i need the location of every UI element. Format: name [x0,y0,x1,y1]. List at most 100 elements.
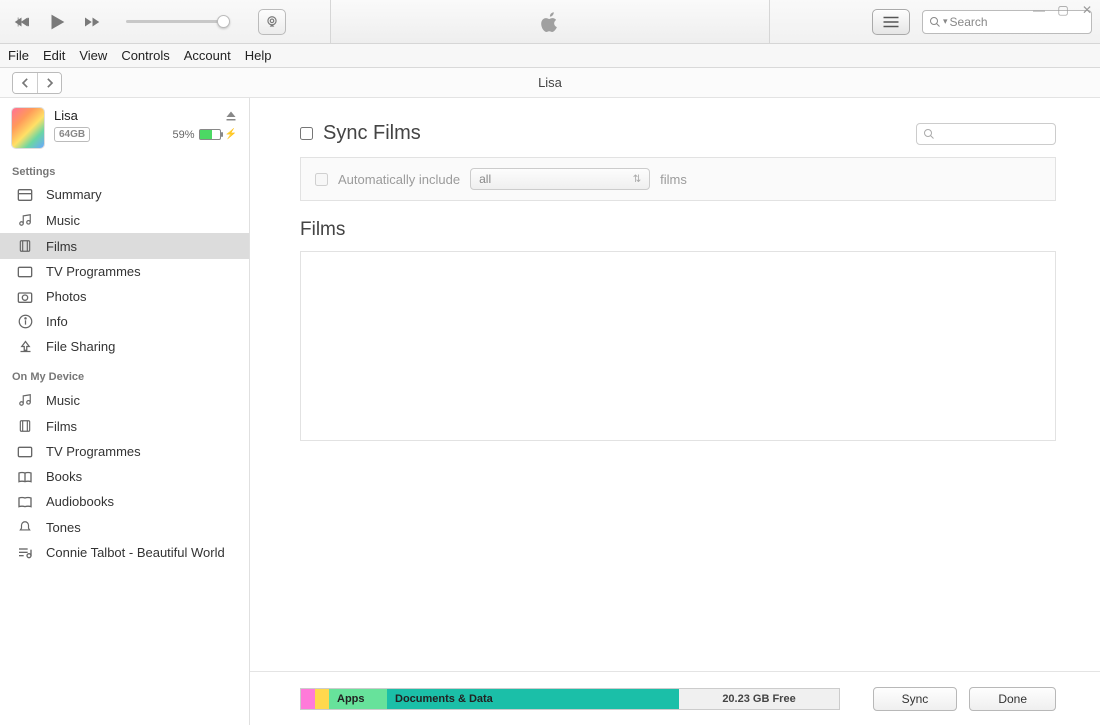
menu-bar: File Edit View Controls Account Help [0,44,1100,68]
sidebar-item-label: Books [46,469,82,484]
tv-icon [16,265,34,279]
previous-icon[interactable] [14,13,32,31]
auto-include-checkbox[interactable] [315,173,328,186]
next-icon[interactable] [82,13,100,31]
photos-icon [16,290,34,304]
storage-seg-docs: Documents & Data [387,689,679,709]
storage-bar: Apps Documents & Data 20.23 GB Free [300,688,840,710]
sync-films-checkbox[interactable] [300,127,313,140]
apple-logo-icon [539,9,561,35]
films-icon [16,238,34,254]
books-icon [16,470,34,484]
sidebar: Lisa 64GB 59% ⚡ Settings Summary [0,98,250,725]
sidebar-item-label: TV Programmes [46,444,141,459]
sidebar-item-device-books[interactable]: Books [0,464,249,489]
audiobooks-icon [16,495,34,509]
auto-include-pre: Automatically include [338,172,460,187]
play-icon[interactable] [46,11,68,33]
storage-seg-free: 20.23 GB Free [679,689,839,709]
sidebar-item-label: Films [46,419,77,434]
auto-include-dropdown[interactable]: all ⇅ [470,168,650,190]
sidebar-item-device-playlist[interactable]: Connie Talbot - Beautiful World [0,540,249,565]
playlist-icon [16,546,34,560]
sidebar-item-photos[interactable]: Photos [0,284,249,309]
search-placeholder: Search [950,15,988,29]
storage-seg-audio [301,689,315,709]
sidebar-item-label: Music [46,213,80,228]
music-icon [16,212,34,228]
menu-edit[interactable]: Edit [43,48,65,63]
device-header: Lisa 64GB 59% ⚡ [0,98,249,154]
auto-include-post: films [660,172,687,187]
app-body: Lisa 64GB 59% ⚡ Settings Summary [0,98,1100,725]
done-button[interactable]: Done [969,687,1056,711]
main-content: Sync Films Automatically include all ⇅ f… [250,98,1100,725]
tones-icon [16,519,34,535]
sidebar-item-label: Summary [46,187,102,202]
sidebar-item-device-films[interactable]: Films [0,413,249,439]
films-section-header: Films [300,219,1056,241]
summary-icon [16,188,34,202]
sidebar-item-filesharing[interactable]: File Sharing [0,334,249,359]
battery-status: 59% ⚡ [173,129,237,141]
sidebar-item-label: Info [46,314,68,329]
window-controls: — ▢ ✕ [1032,3,1094,17]
nav-bar: Lisa [0,68,1100,98]
sidebar-item-info[interactable]: Info [0,309,249,334]
sidebar-item-label: Photos [46,289,86,304]
eject-icon[interactable] [225,110,237,122]
capacity-badge: 64GB [54,127,90,142]
now-playing-area [330,0,770,43]
films-search-input[interactable] [916,123,1056,145]
menu-view[interactable]: View [79,48,107,63]
films-icon [16,418,34,434]
sidebar-item-device-tones[interactable]: Tones [0,514,249,540]
search-icon [929,16,941,28]
sidebar-item-music[interactable]: Music [0,207,249,233]
sidebar-item-films[interactable]: Films [0,233,249,259]
tv-icon [16,445,34,459]
battery-icon [199,129,221,140]
sidebar-item-label: Films [46,239,77,254]
device-thumbnail[interactable] [12,108,44,148]
storage-seg-apps: Apps [329,689,387,709]
volume-thumb[interactable] [217,15,230,28]
close-icon[interactable]: ✕ [1080,3,1094,17]
bottom-bar: Apps Documents & Data 20.23 GB Free Sync… [250,671,1100,725]
sidebar-section-settings: Settings [0,154,249,182]
minimize-icon[interactable]: — [1032,3,1046,17]
volume-slider[interactable] [126,20,226,23]
menu-account[interactable]: Account [184,48,231,63]
chevron-updown-icon: ⇅ [633,174,641,185]
sidebar-item-label: Music [46,393,80,408]
sidebar-item-tv[interactable]: TV Programmes [0,259,249,284]
filesharing-icon [16,339,34,354]
sidebar-item-label: Connie Talbot - Beautiful World [46,545,225,560]
charging-icon: ⚡ [225,129,237,140]
sidebar-item-label: File Sharing [46,339,115,354]
auto-include-bar: Automatically include all ⇅ films [300,157,1056,201]
player-bar: ▾ Search — ▢ ✕ [0,0,1100,44]
sidebar-item-summary[interactable]: Summary [0,182,249,207]
sync-title: Sync Films [323,122,421,145]
menu-controls[interactable]: Controls [121,48,169,63]
battery-percent: 59% [173,129,195,141]
list-view-button[interactable] [872,9,910,35]
menu-help[interactable]: Help [245,48,272,63]
sync-button[interactable]: Sync [873,687,958,711]
films-list-box [300,251,1056,441]
player-controls [0,9,286,35]
airplay-button[interactable] [258,9,286,35]
maximize-icon[interactable]: ▢ [1056,3,1070,17]
page-title: Lisa [0,75,1100,90]
menu-file[interactable]: File [8,48,29,63]
music-icon [16,392,34,408]
dropdown-value: all [479,172,491,186]
storage-seg-photos [315,689,329,709]
sidebar-item-device-tv[interactable]: TV Programmes [0,439,249,464]
sidebar-item-label: TV Programmes [46,264,141,279]
sidebar-item-device-audiobooks[interactable]: Audiobooks [0,489,249,514]
sidebar-item-label: Audiobooks [46,494,114,509]
sidebar-item-device-music[interactable]: Music [0,387,249,413]
sidebar-item-label: Tones [46,520,81,535]
